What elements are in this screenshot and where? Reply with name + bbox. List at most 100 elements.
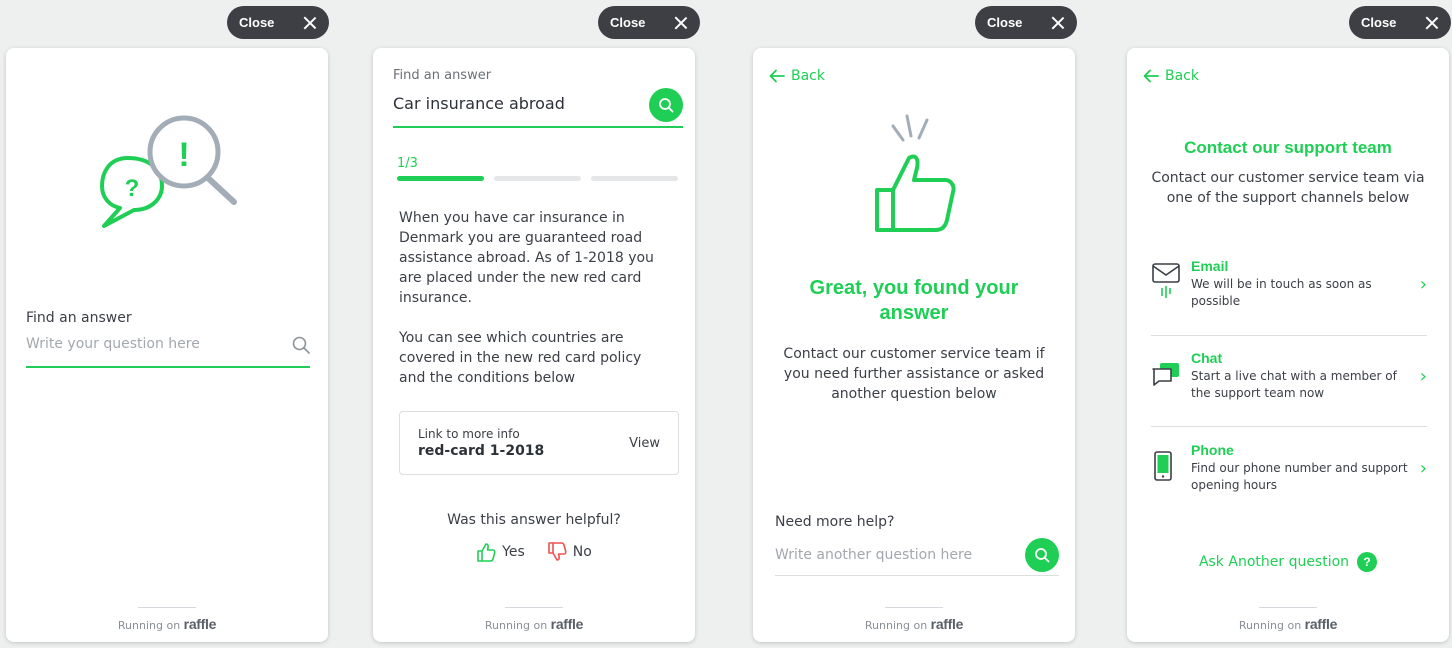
channel-desc: Start a live chat with a member of the s… [1191, 369, 1397, 400]
footer-prefix: Running on [117, 619, 181, 632]
channel-name: Phone [1191, 442, 1234, 458]
support-subtitle: Contact our customer service team via on… [1151, 170, 1425, 206]
answer-paragraph-1: When you have car insurance in Denmark y… [399, 210, 654, 306]
channel-name: Email [1191, 258, 1229, 274]
footer-divider [505, 607, 563, 608]
find-answer-label: Find an answer [393, 68, 492, 83]
chevron-right-icon: › [1419, 273, 1427, 295]
search-icon [1035, 547, 1050, 562]
footer: Running on raffle [1127, 607, 1449, 632]
channel-desc: Find our phone number and support openin… [1191, 461, 1408, 492]
close-icon [674, 16, 688, 30]
link-caption: Link to more info [418, 427, 520, 441]
helpful-question: Was this answer helpful? [447, 512, 621, 528]
raffle-logo[interactable]: raffle [1305, 616, 1338, 632]
channel-desc: We will be in touch as soon as possible [1191, 277, 1372, 308]
back-label: Back [791, 68, 825, 84]
chevron-right-icon: › [1419, 365, 1427, 387]
close-button-4[interactable]: Close [1349, 6, 1451, 39]
find-answer-label: Find an answer [26, 310, 132, 326]
thumbs-down-icon [547, 542, 567, 561]
thumbs-up-illustration-icon [875, 114, 956, 232]
search-icon[interactable] [292, 336, 310, 354]
close-label: Close [239, 15, 275, 30]
channel-chat[interactable]: Chat Start a live chat with a member of … [1151, 350, 1427, 402]
divider [1151, 335, 1427, 336]
answer-text: When you have car insurance in Denmark y… [399, 208, 669, 388]
close-button-2[interactable]: Close [598, 6, 700, 39]
ask-another-label: Ask Another question [1198, 554, 1350, 570]
close-label: Close [987, 15, 1023, 30]
panel-found-answer: Back Great, you found your answer Contac… [753, 48, 1075, 642]
search-query: Car insurance abroad [393, 94, 565, 113]
ask-another-question-button[interactable]: Ask Another question ? [1127, 552, 1449, 572]
raffle-logo[interactable]: raffle [184, 616, 217, 632]
close-button-3[interactable]: Close [975, 6, 1077, 39]
yes-button[interactable]: Yes [476, 542, 525, 562]
search-button[interactable] [1025, 537, 1059, 572]
feedback-buttons: Yes No [373, 542, 695, 562]
search-icon [659, 98, 674, 113]
arrow-left-icon [1143, 69, 1159, 83]
search-button[interactable] [649, 88, 683, 122]
link-title: red-card 1-2018 [418, 443, 545, 459]
chevron-right-icon: › [1419, 457, 1427, 479]
progress-segment-2 [494, 176, 581, 181]
step-indicator: 1/3 [397, 156, 418, 171]
search-input[interactable]: Write your question here [26, 334, 310, 368]
channel-email[interactable]: Email We will be in touch as soon as pos… [1151, 258, 1427, 310]
more-info-link-card[interactable]: Link to more info red-card 1-2018 View [399, 411, 679, 475]
success-title: Great, you found your answer [809, 277, 1019, 324]
back-label: Back [1165, 68, 1199, 84]
panel-contact-support: Back Contact our support team Contact ou… [1127, 48, 1449, 642]
view-link[interactable]: View [629, 436, 660, 451]
panel-search-start: ? ! Find an answer Write your question h… [6, 48, 328, 642]
progress-segment-3 [591, 176, 678, 181]
another-question-placeholder: Write another question here [775, 546, 973, 563]
close-icon [1425, 16, 1439, 30]
progress-bar [397, 176, 678, 181]
yes-label: Yes [502, 544, 525, 560]
footer: Running on raffle [6, 607, 328, 632]
close-label: Close [1361, 15, 1397, 30]
search-placeholder: Write your question here [26, 336, 200, 352]
back-button[interactable]: Back [1143, 68, 1199, 84]
success-subtitle: Contact our customer service team if you… [783, 346, 1045, 402]
close-icon [303, 16, 317, 30]
arrow-left-icon [769, 69, 785, 83]
envelope-icon [1151, 262, 1191, 306]
raffle-logo[interactable]: raffle [551, 616, 584, 632]
search-input[interactable]: Car insurance abroad [393, 88, 683, 128]
channel-phone[interactable]: Phone Find our phone number and support … [1151, 442, 1427, 494]
close-button-1[interactable]: Close [227, 6, 329, 39]
question-badge-icon: ? [1357, 552, 1378, 572]
close-label: Close [610, 15, 646, 30]
divider [1151, 426, 1427, 427]
no-button[interactable]: No [547, 542, 592, 562]
footer-divider [885, 607, 943, 608]
footer-divider [1259, 607, 1317, 608]
question-search-illustration-icon: ? ! [100, 115, 237, 228]
answer-paragraph-2: You can see which countries are covered … [399, 330, 642, 386]
svg-text:?: ? [125, 175, 140, 202]
footer: Running on raffle [753, 607, 1075, 632]
another-question-input[interactable]: Write another question here [775, 534, 1059, 576]
no-label: No [572, 544, 592, 560]
progress-segment-1 [397, 176, 484, 181]
phone-icon [1151, 450, 1191, 486]
more-help-label: Need more help? [775, 514, 895, 530]
channel-name: Chat [1191, 350, 1223, 366]
footer: Running on raffle [373, 607, 695, 632]
footer-prefix: Running on [484, 619, 548, 632]
footer-divider [138, 607, 196, 608]
panel-answer: Find an answer Car insurance abroad 1/3 … [373, 48, 695, 642]
back-button[interactable]: Back [769, 68, 825, 84]
chat-bubble-icon [1151, 359, 1191, 393]
thumbs-up-icon [477, 543, 496, 562]
footer-prefix: Running on [1238, 619, 1302, 632]
close-icon [1051, 16, 1065, 30]
svg-text:!: ! [178, 136, 189, 174]
raffle-logo[interactable]: raffle [931, 616, 964, 632]
support-title: Contact our support team [1184, 138, 1392, 157]
footer-prefix: Running on [864, 619, 928, 632]
